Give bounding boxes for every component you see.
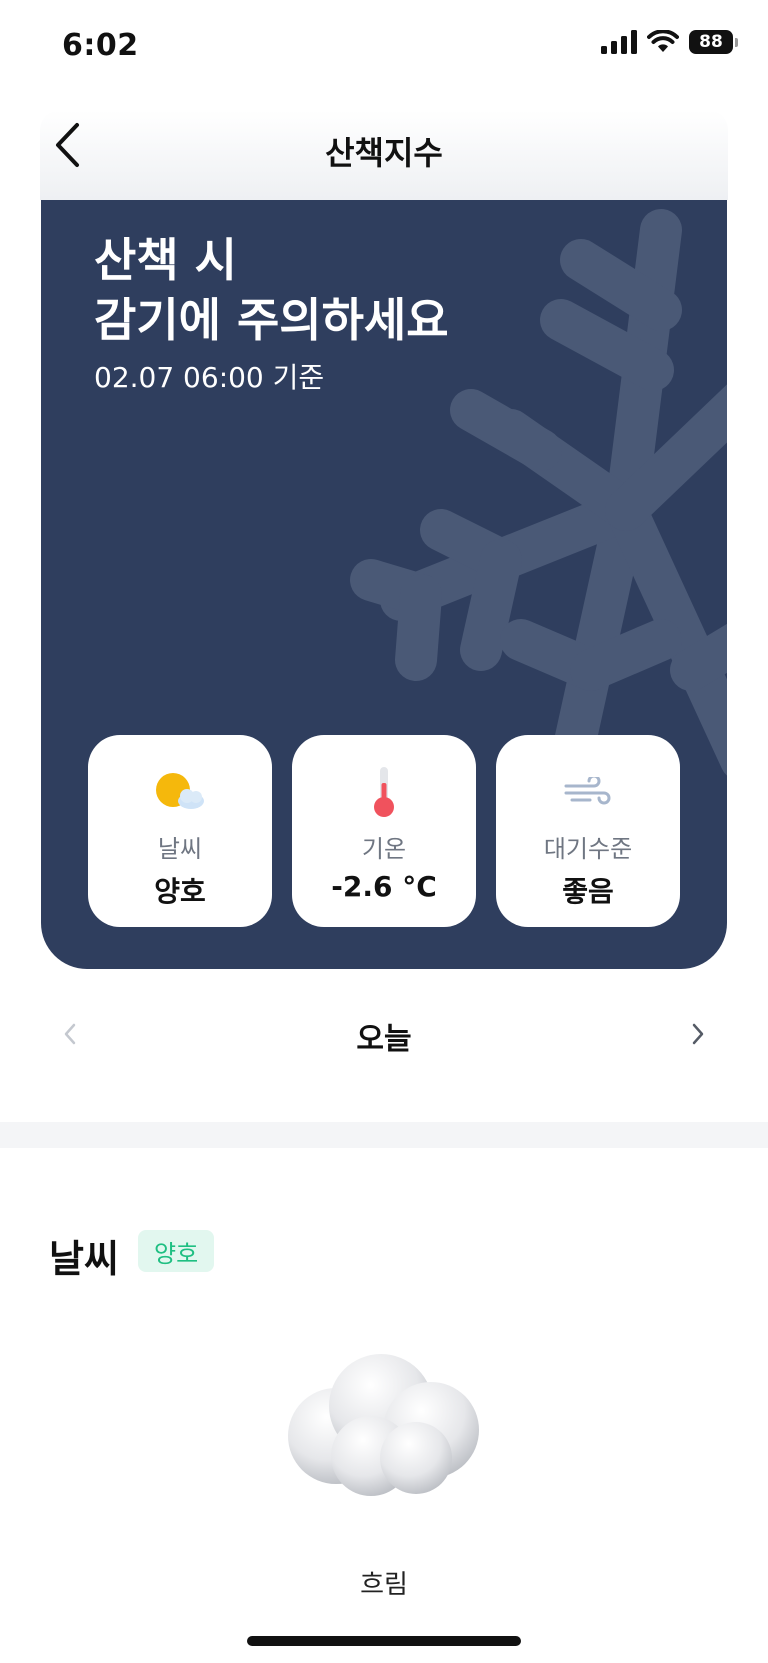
wind-icon xyxy=(561,765,615,819)
air-quality-card-label: 대기수준 xyxy=(543,835,633,863)
status-time: 6:02 xyxy=(62,28,139,63)
status-badge: 양호 xyxy=(138,1230,215,1272)
air-quality-card: 대기수준 좋음 xyxy=(496,735,680,927)
cellular-signal-icon xyxy=(601,30,637,54)
hero-title-line1: 산책 시 xyxy=(94,233,237,287)
weather-card-label: 날씨 xyxy=(157,835,203,863)
air-quality-card-value: 좋음 xyxy=(562,875,614,908)
day-navigator: 오늘 xyxy=(0,1000,768,1070)
page-title: 산책지수 xyxy=(325,134,443,172)
weather-card: 날씨 양호 xyxy=(88,735,272,927)
thermometer-icon xyxy=(357,765,411,819)
status-bar: 6:02 88 xyxy=(0,0,768,96)
sun-behind-cloud-icon xyxy=(153,765,207,819)
index-cards: 날씨 양호 기온 -2.6 °C 대기수준 좋음 xyxy=(88,735,680,927)
hero-title-line2: 감기에 주의하세요 xyxy=(94,293,449,347)
weather-description: 흐림 xyxy=(360,1570,408,1600)
temperature-card-label: 기온 xyxy=(361,835,407,863)
weather-section: 날씨 양호 흐림 xyxy=(0,1148,768,1663)
temperature-card: 기온 -2.6 °C xyxy=(292,735,476,927)
walk-index-hero: 산책 시 감기에 주의하세요 02.07 06:00 기준 날씨 양호 기온 -… xyxy=(41,200,727,969)
home-indicator[interactable] xyxy=(247,1636,521,1646)
battery-level: 88 xyxy=(689,30,733,54)
weather-section-title: 날씨 xyxy=(49,1237,119,1281)
cloud-icon xyxy=(288,1354,479,1496)
chevron-right-icon xyxy=(692,1023,704,1045)
day-label: 오늘 xyxy=(356,1022,412,1057)
weather-card-value: 양호 xyxy=(154,875,206,908)
section-divider xyxy=(0,1122,768,1148)
battery-icon: 88 xyxy=(689,30,738,54)
status-icons: 88 xyxy=(601,30,738,54)
temperature-card-value: -2.6 °C xyxy=(331,870,437,903)
hero-date: 02.07 06:00 기준 xyxy=(94,361,325,394)
next-day-button[interactable] xyxy=(678,1014,718,1054)
nav-bar: 산책지수 xyxy=(0,100,768,200)
hero-title: 산책 시 감기에 주의하세요 xyxy=(94,230,449,350)
wifi-icon xyxy=(647,30,679,52)
